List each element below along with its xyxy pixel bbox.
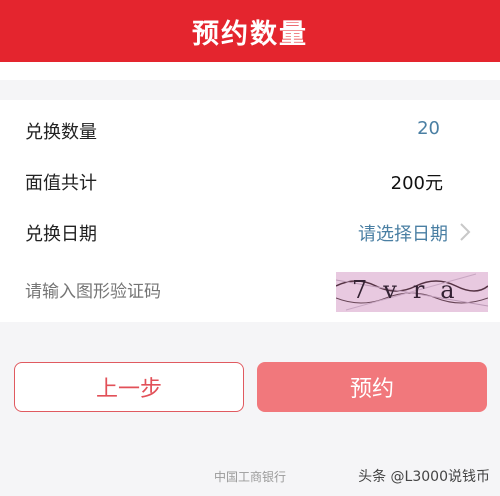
quantity-value: 20 [417,118,440,139]
quantity-label: 兑换数量 [25,122,97,143]
header-bar: 预约数量 [0,0,500,62]
captcha-text: 7vra [352,276,471,304]
captcha-image[interactable]: 7vra [336,272,488,312]
total-value: 200元 [390,173,443,194]
total-label: 面值共计 [25,173,97,194]
watermark: 头条 @L3000说钱币 [358,469,490,485]
chevron-right-icon[interactable] [456,222,474,242]
prev-step-button[interactable]: 上一步 [14,362,244,412]
book-button[interactable]: 预约 [257,362,487,412]
captcha-input[interactable] [25,280,305,304]
date-label: 兑换日期 [25,224,97,245]
page-title: 预约数量 [192,18,308,50]
header-spacer [0,62,500,80]
date-picker[interactable]: 请选择日期 [358,220,448,246]
